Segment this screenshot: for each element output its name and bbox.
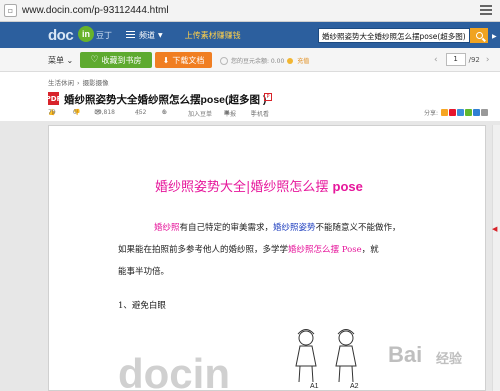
renren-icon[interactable]	[473, 109, 481, 116]
mobile-label: 手机看	[251, 111, 270, 118]
qzone-icon[interactable]	[441, 109, 449, 116]
share-bar: 分享:	[424, 108, 489, 117]
topup-icon	[287, 57, 294, 64]
search-icon	[475, 32, 483, 39]
topup-link[interactable]: 充值	[297, 56, 309, 65]
document-heading: 婚纱照姿势大全|婚纱照怎么摆 pose	[155, 176, 363, 195]
docin-logo[interactable]: doc in 豆丁	[48, 24, 116, 46]
channel-menu[interactable]: 频道 ▼	[126, 30, 163, 41]
heading-en: pose	[332, 179, 363, 194]
text-plain: ，就	[361, 245, 379, 255]
menu-label: 菜单	[48, 56, 64, 65]
section-heading: 1、避免白眼	[118, 301, 166, 311]
text-highlight: 婚纱照怎么摆 Pose	[288, 245, 362, 255]
paragraph-line-1: 婚纱照有自己特定的审美需求，婚纱照姿势不能随意义不能做作，	[154, 221, 401, 233]
page-icon: ▫	[4, 4, 17, 17]
figure-a1-legs	[298, 365, 314, 383]
menu-dropdown[interactable]: 菜单 ⌄	[48, 55, 73, 66]
url-text[interactable]: www.docin.com/p-93112444.html	[22, 5, 169, 16]
chevron-down-icon: ▼	[158, 31, 163, 39]
text-plain: 不能随意义不能做作，	[315, 223, 401, 233]
pdf-icon: PDF	[46, 92, 61, 105]
next-page-icon[interactable]: ›	[486, 55, 490, 65]
favorite-label: 收藏到书房	[101, 55, 142, 65]
logo-cn-text: 豆丁	[96, 31, 112, 40]
breadcrumb-item[interactable]: 摄影摄像	[83, 79, 109, 87]
page-number-input[interactable]: 1	[445, 53, 466, 66]
shares-count: 6	[162, 109, 166, 116]
comments-count: 452	[135, 109, 147, 116]
heading-cn: 婚纱照姿势大全|婚纱照怎么摆	[155, 180, 329, 195]
docin-watermark: docin	[118, 350, 230, 391]
upload-link[interactable]: 上传素材赚赚钱	[185, 30, 241, 41]
search-button[interactable]	[470, 28, 488, 43]
figure-label-a1: A1	[310, 383, 319, 390]
weibo-icon[interactable]	[449, 109, 457, 116]
baidu-watermark: Bai	[388, 342, 423, 367]
figure-a1-head	[298, 330, 314, 346]
side-tab-icon[interactable]: ◀	[492, 225, 500, 235]
text-highlight: 婚纱照	[154, 223, 180, 233]
doc-toolbar: 菜单 ⌄ ♡ 收藏到书房 ⬇ 下载文档 您的豆元余额: 0.00 充值 ‹ 1 …	[0, 48, 500, 72]
figure-a2-head	[338, 330, 354, 346]
download-button[interactable]: ⬇ 下载文档	[155, 52, 212, 68]
balance-info: 您的豆元余额: 0.00 充值	[220, 56, 309, 65]
channel-label: 频道	[139, 30, 155, 40]
figure-a1-body	[295, 345, 317, 367]
figure-a2-body	[335, 345, 357, 367]
report-label: 举报	[224, 111, 237, 118]
favorite-button[interactable]: ♡ 收藏到书房	[80, 52, 152, 68]
heart-icon: ♡	[90, 55, 99, 65]
more-share-icon[interactable]	[481, 109, 489, 116]
jingyan-watermark: 经验	[436, 351, 463, 366]
pose-illustration: A1 A2	[295, 329, 359, 390]
page-navigator: ‹ 1 /92 ›	[434, 53, 489, 66]
download-label: 下载文档	[172, 55, 205, 65]
text-plain: 如果能在拍照前多参考他人的婚纱照，多学学	[118, 245, 289, 255]
prev-page-icon[interactable]: ‹	[434, 55, 438, 65]
breadcrumb-separator: ›	[77, 79, 80, 87]
text-link: 婚纱照姿势	[273, 223, 316, 233]
logo-doc-text: doc	[48, 27, 74, 44]
add-list-link[interactable]: 加入豆单	[188, 109, 212, 118]
dislikes-count: 0	[73, 109, 77, 116]
chevron-down-icon: ⌄	[66, 56, 74, 65]
page-total: /92	[468, 55, 480, 64]
figure-a2-legs	[338, 365, 354, 383]
browser-address-bar[interactable]: ▫ www.docin.com/p-93112444.html	[0, 0, 500, 22]
text-plain: 有自己特定的审美需求，	[179, 223, 274, 233]
wechat-icon[interactable]	[465, 109, 473, 116]
search-input[interactable]: 婚纱照姿势大全婚纱照怎么摆pose(超多图)	[318, 28, 470, 43]
share-label: 分享:	[424, 110, 439, 117]
breadcrumb-item[interactable]: 生活休闲	[48, 79, 74, 87]
page-title: 婚纱照姿势大全婚纱照怎么摆pose(超多图 )	[64, 94, 267, 106]
coin-icon	[220, 56, 228, 65]
paragraph-line-2: 如果能在拍照前多参考他人的婚纱照，多学学婚纱照怎么摆 Pose，就	[118, 243, 379, 255]
doc-meta: 👍 79 👎 0 👁 19,818 ◌ 452 ⊘ 6 加入豆单 ▣ 举报 ▯ …	[48, 109, 488, 121]
figure-label-a2: A2	[350, 383, 359, 390]
viewer-scrollbar[interactable]	[492, 125, 500, 391]
tencent-icon[interactable]	[457, 109, 465, 116]
menu-bars-icon	[126, 30, 135, 40]
balance-text: 您的豆元余额: 0.00	[231, 58, 285, 65]
paragraph-line-3: 能事半功倍。	[118, 267, 170, 277]
breadcrumb: 生活休闲 › 摄影摄像	[48, 77, 109, 87]
likes-count: 79	[48, 109, 56, 116]
browser-menu-icon[interactable]	[480, 5, 492, 17]
vip-badge: P	[264, 93, 272, 101]
logo-in-badge: in	[78, 26, 94, 42]
download-icon: ⬇	[162, 55, 170, 65]
header-arrow-icon[interactable]: ▶	[492, 33, 497, 40]
views-count: 19,818	[94, 109, 115, 116]
